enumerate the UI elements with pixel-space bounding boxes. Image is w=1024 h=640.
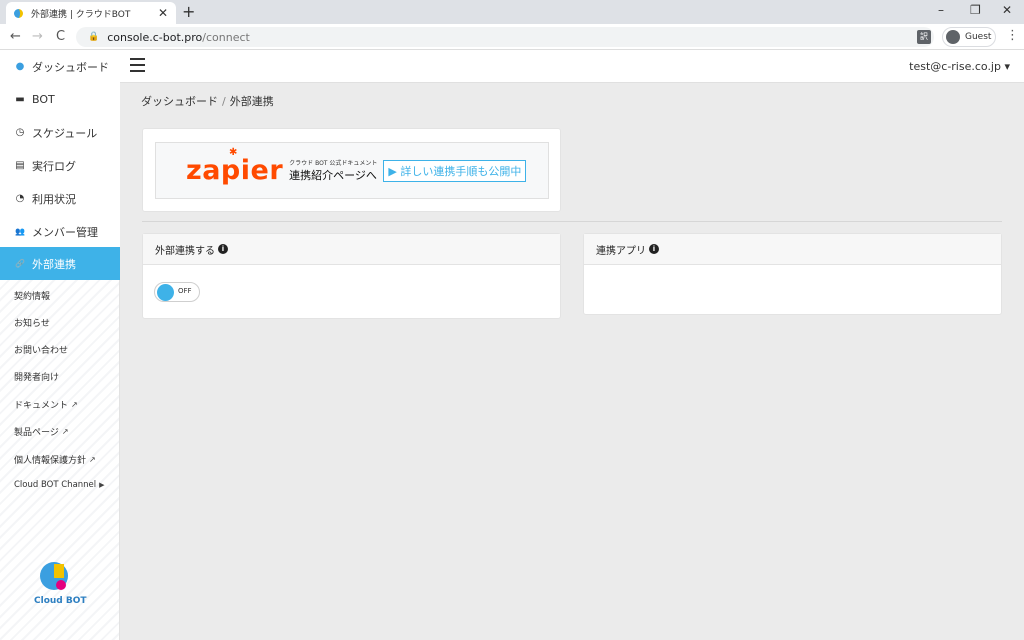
dashboard-icon: ● bbox=[15, 61, 25, 72]
banner-small-text: クラウド BOT 公式ドキュメント bbox=[289, 160, 378, 167]
reload-button[interactable]: C bbox=[56, 29, 65, 44]
robot-icon: ▬ bbox=[15, 94, 25, 105]
zapier-logo: zapier ✱ bbox=[186, 147, 284, 186]
sidebar-link-privacy[interactable]: 個人情報保護方針 ↗ bbox=[14, 453, 96, 466]
breadcrumb: ダッシュボード / 外部連携 bbox=[141, 93, 274, 109]
url-host: console.c-bot.pro bbox=[107, 30, 203, 44]
zapier-star-icon: ✱ bbox=[229, 147, 238, 158]
sidebar-item-integration[interactable]: 🔗 外部連携 bbox=[0, 247, 120, 280]
new-tab-button[interactable]: + bbox=[182, 2, 195, 21]
topbar: test@c-rise.co.jp ▾ bbox=[120, 50, 1024, 83]
sidebar-item-usage[interactable]: ◔ 利用状況 bbox=[0, 182, 120, 215]
external-link-icon: ↗ bbox=[71, 400, 78, 409]
profile-name: Guest bbox=[965, 32, 992, 42]
youtube-icon: ▶ bbox=[99, 481, 105, 489]
zapier-wordmark: zapier bbox=[186, 155, 284, 186]
link-icon: 🔗 bbox=[15, 259, 25, 268]
sidebar-item-label: 外部連携 bbox=[32, 257, 76, 271]
external-link-icon: ↗ bbox=[89, 455, 96, 464]
address-bar: ← → C 🔒 console.c-bot.pro /connect 訳 Gue… bbox=[0, 24, 1024, 50]
sidebar-link-product[interactable]: 製品ページ ↗ bbox=[14, 425, 69, 438]
sidebar-item-dashboard[interactable]: ● ダッシュボード bbox=[0, 50, 120, 83]
breadcrumb-separator: / bbox=[222, 95, 226, 108]
sidebar-item-label: 利用状況 bbox=[32, 192, 76, 206]
apps-panel-header: 連携アプリ i bbox=[584, 234, 1001, 265]
tab-title: 外部連携 | クラウドBOT bbox=[31, 9, 131, 20]
sidebar-item-label: メンバー管理 bbox=[32, 225, 98, 239]
banner-doc-text: クラウド BOT 公式ドキュメント 連携紹介ページへ bbox=[289, 158, 377, 183]
clock-icon: ◷ bbox=[15, 127, 25, 138]
link-label: ドキュメント bbox=[14, 401, 69, 411]
integration-panel-title: 外部連携する bbox=[155, 245, 215, 257]
window-close-button[interactable]: ✕ bbox=[1002, 3, 1012, 17]
apps-panel-title: 連携アプリ bbox=[596, 245, 646, 257]
browser-tab-bar: 外部連携 | クラウドBOT ✕ + – ❐ ✕ bbox=[0, 0, 1024, 24]
zapier-banner-card: zapier ✱ クラウド BOT 公式ドキュメント 連携紹介ページへ ▶ 詳しい… bbox=[142, 128, 561, 212]
sidebar-link-news[interactable]: お知らせ bbox=[14, 316, 50, 329]
breadcrumb-current: 外部連携 bbox=[229, 95, 274, 108]
sidebar-item-label: スケジュール bbox=[32, 126, 98, 140]
sidebar-item-logs[interactable]: ▤ 実行ログ bbox=[0, 149, 120, 182]
integration-panel-header: 外部連携する i bbox=[143, 234, 560, 265]
integration-panel: 外部連携する i OFF bbox=[142, 233, 561, 319]
link-label: お問い合わせ bbox=[14, 346, 69, 356]
users-icon: 👥 bbox=[15, 227, 25, 236]
link-label: 製品ページ bbox=[14, 428, 59, 438]
link-label: お知らせ bbox=[14, 319, 50, 329]
minimize-button[interactable]: – bbox=[938, 3, 944, 17]
pie-chart-icon: ◔ bbox=[15, 193, 25, 204]
banner-big-text: 連携紹介ページへ bbox=[289, 169, 377, 182]
sidebar-link-contract[interactable]: 契約情報 bbox=[14, 289, 50, 302]
lock-icon: 🔒 bbox=[88, 32, 100, 42]
translate-icon[interactable]: 訳 bbox=[917, 30, 931, 44]
apps-panel: 連携アプリ i bbox=[583, 233, 1002, 315]
logo-dot bbox=[56, 580, 66, 590]
favicon-icon bbox=[14, 8, 23, 18]
user-menu[interactable]: test@c-rise.co.jp ▾ bbox=[909, 60, 1010, 73]
sidebar-item-schedule[interactable]: ◷ スケジュール bbox=[0, 116, 120, 149]
zapier-banner-link[interactable]: zapier ✱ クラウド BOT 公式ドキュメント 連携紹介ページへ ▶ 詳しい… bbox=[155, 142, 549, 199]
toggle-state: OFF bbox=[178, 287, 192, 295]
banner-cta: ▶ 詳しい連携手順も公開中 bbox=[383, 159, 527, 182]
browser-tab[interactable]: 外部連携 | クラウドBOT ✕ bbox=[6, 2, 176, 24]
url-input[interactable]: 🔒 console.c-bot.pro /connect bbox=[76, 27, 934, 47]
link-label: 開発者向け bbox=[14, 373, 60, 383]
back-button[interactable]: ← bbox=[10, 29, 21, 44]
url-path: /connect bbox=[202, 30, 250, 44]
breadcrumb-home[interactable]: ダッシュボード bbox=[141, 95, 218, 108]
external-link-icon: ↗ bbox=[61, 427, 69, 436]
link-label: Cloud BOT Channel bbox=[14, 480, 97, 490]
link-label: 個人情報保護方針 bbox=[14, 456, 87, 466]
hamburger-menu-icon[interactable] bbox=[130, 58, 145, 72]
sidebar-item-label: ダッシュボード bbox=[32, 60, 109, 74]
avatar-icon bbox=[946, 30, 960, 44]
divider bbox=[142, 221, 1002, 222]
link-label: 契約情報 bbox=[14, 292, 51, 302]
sidebar-item-bot[interactable]: ▬ BOT bbox=[0, 83, 120, 116]
sidebar-link-docs[interactable]: ドキュメント ↗ bbox=[14, 398, 78, 411]
sidebar-item-members[interactable]: 👥 メンバー管理 bbox=[0, 215, 120, 248]
sidebar-item-label: BOT bbox=[32, 93, 55, 106]
toggle-knob bbox=[157, 284, 174, 301]
logo-accent bbox=[54, 564, 64, 578]
sidebar-link-developers[interactable]: 開発者向け bbox=[14, 370, 59, 383]
forward-button[interactable]: → bbox=[32, 29, 43, 44]
sidebar-link-channel[interactable]: Cloud BOT Channel ▶ bbox=[14, 480, 105, 490]
profile-button[interactable]: Guest bbox=[942, 27, 996, 47]
restore-button[interactable]: ❐ bbox=[970, 3, 981, 17]
file-icon: ▤ bbox=[15, 160, 25, 171]
info-icon[interactable]: i bbox=[649, 244, 659, 254]
info-icon[interactable]: i bbox=[218, 244, 228, 254]
tab-close-icon[interactable]: ✕ bbox=[158, 6, 168, 20]
sidebar-link-contact[interactable]: お問い合わせ bbox=[14, 343, 68, 356]
integration-toggle[interactable]: OFF bbox=[154, 282, 200, 302]
sidebar: ● ダッシュボード ▬ BOT ◷ スケジュール ▤ 実行ログ ◔ 利用状況 👥… bbox=[0, 50, 120, 640]
sidebar-item-label: 実行ログ bbox=[32, 159, 76, 173]
browser-menu-icon[interactable]: ⋮ bbox=[1006, 28, 1019, 43]
logo-text: Cloud BOT bbox=[34, 596, 87, 606]
